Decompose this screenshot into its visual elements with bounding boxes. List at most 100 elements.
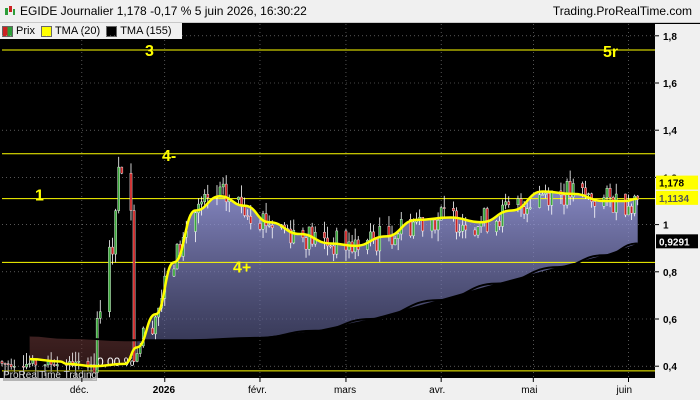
x-tick-label: juin xyxy=(616,385,633,396)
candle-body xyxy=(562,194,566,206)
x-tick-label: déc. xyxy=(70,385,89,396)
level-label: 5r xyxy=(603,44,618,61)
y-tick-label: 1,8 xyxy=(663,32,677,43)
candle-body xyxy=(390,235,394,246)
candle-body xyxy=(310,226,314,245)
candle-body xyxy=(9,364,13,368)
candle-body xyxy=(280,224,283,229)
chart-window: EGIDE Journalier 1,178 -0,17 % 5 juin 20… xyxy=(0,0,700,400)
candle-body xyxy=(224,183,228,202)
candle-body xyxy=(501,204,504,227)
candle-body xyxy=(455,210,458,233)
candle-body xyxy=(114,210,117,255)
candle-body xyxy=(172,268,176,277)
candle-body xyxy=(611,197,615,213)
candle-body xyxy=(206,193,210,198)
candle-body xyxy=(372,231,375,240)
candle-body xyxy=(246,215,249,217)
candle-body xyxy=(46,360,50,366)
candle-body xyxy=(163,275,167,299)
candle-body xyxy=(412,221,415,237)
tma155-line xyxy=(29,242,638,342)
tma155-swatch-icon xyxy=(106,25,118,37)
candle-body xyxy=(283,224,286,229)
candle-body xyxy=(221,183,225,188)
candle-body xyxy=(590,193,593,202)
candle-body xyxy=(304,237,308,250)
candle-body xyxy=(335,230,339,255)
candle-body xyxy=(194,212,197,232)
candle-body xyxy=(375,239,378,252)
candle-body xyxy=(227,199,231,202)
candle-body xyxy=(519,198,523,207)
candle-body xyxy=(175,243,179,270)
candle-body xyxy=(439,207,443,221)
site-link[interactable]: Trading.ProRealTime.com xyxy=(553,4,692,18)
candle-body xyxy=(181,237,185,257)
tma20-line xyxy=(29,190,638,368)
candle-body xyxy=(270,225,274,229)
candle-body xyxy=(584,187,587,195)
y-tick-label: 1,4 xyxy=(663,126,677,137)
candle-body xyxy=(65,364,68,366)
candle-body xyxy=(157,307,160,318)
candle-body xyxy=(482,208,486,223)
candle-body xyxy=(630,206,633,214)
legend-item-tma20[interactable]: TMA (20) xyxy=(40,25,100,37)
candle-body xyxy=(442,207,446,209)
candle-body xyxy=(49,360,53,365)
candle-body xyxy=(184,231,188,238)
candle-body xyxy=(34,360,38,366)
candle-body xyxy=(614,193,618,213)
y-tick-label: 1,6 xyxy=(663,79,677,90)
candle-body xyxy=(31,360,35,364)
candle-body xyxy=(292,229,296,244)
price-swatch-icon xyxy=(2,25,13,37)
candle-body xyxy=(495,220,498,232)
candle-body xyxy=(581,183,584,189)
candle-body xyxy=(350,241,354,253)
candle-body xyxy=(68,361,71,366)
candle-body xyxy=(418,217,421,220)
candle-body xyxy=(89,364,93,368)
candle-body xyxy=(550,190,554,206)
candle-body xyxy=(353,239,357,253)
chart-title: EGIDE Journalier 1,178 -0,17 % 5 juin 20… xyxy=(20,4,307,18)
candle-body xyxy=(141,327,145,347)
candle-body xyxy=(74,361,78,366)
candle-body xyxy=(568,181,572,198)
candle-body xyxy=(52,364,56,366)
candle-body xyxy=(86,361,90,368)
legend-item-price[interactable]: Prix xyxy=(2,25,35,37)
candle-body xyxy=(138,345,142,354)
candle-body xyxy=(538,194,541,208)
candle-body xyxy=(593,201,597,207)
candle-body xyxy=(393,238,397,246)
candle-body xyxy=(25,364,28,368)
candle-body xyxy=(111,246,114,255)
candle-body xyxy=(218,186,222,197)
candle-body xyxy=(154,316,157,335)
candle-body xyxy=(356,239,360,250)
legend: Prix TMA (20) TMA (155) xyxy=(0,23,182,39)
candle-body xyxy=(313,231,317,245)
y-tick-label: 0,6 xyxy=(663,315,677,326)
candle-body xyxy=(433,219,437,231)
candle-body xyxy=(559,190,563,196)
candle-body xyxy=(55,364,59,366)
y-tick-label: 0,8 xyxy=(663,268,677,279)
candle-body xyxy=(369,231,372,241)
candle-body xyxy=(98,311,102,319)
candle-body xyxy=(633,195,636,214)
tma-band-fill xyxy=(137,191,638,348)
candle-body xyxy=(399,219,403,235)
watermark: ProRealTime Trading xyxy=(3,370,98,381)
candle-body xyxy=(261,213,265,230)
candle-body xyxy=(28,363,31,365)
legend-item-tma155[interactable]: TMA (155) xyxy=(106,25,172,37)
legend-label: TMA (155) xyxy=(120,25,172,37)
price-chart[interactable]: 3 5r 4- 1 4+ 0,00 % 0,4 0,6 0,8 1 1,2 1,4 1,6 1,8 déc… xyxy=(0,0,700,400)
candle-body xyxy=(636,195,640,200)
candle-body xyxy=(151,327,154,335)
x-tick-label: févr. xyxy=(248,385,267,396)
